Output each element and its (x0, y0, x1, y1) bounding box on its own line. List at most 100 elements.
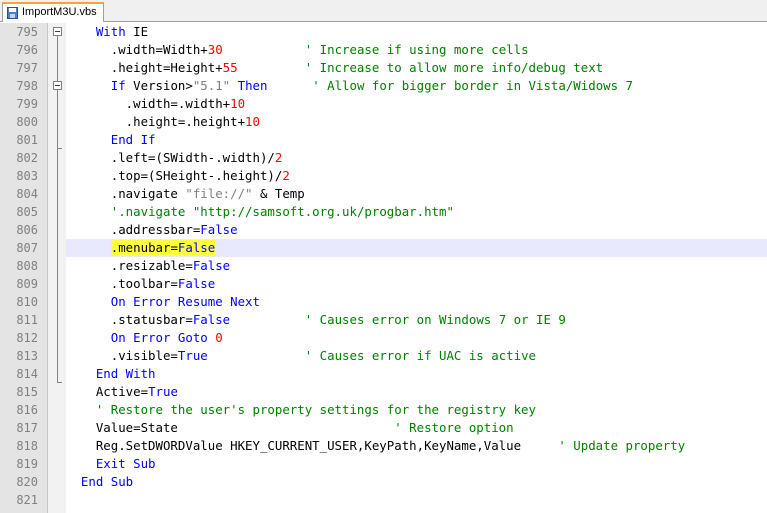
code-token: .visible= (66, 348, 178, 363)
code-line[interactable]: 806 .addressbar=False (0, 221, 767, 239)
code-text: .navigate "file://" & Temp (66, 185, 305, 203)
code-line[interactable]: 820 End Sub (0, 473, 767, 491)
code-line[interactable]: 798 If Version>"5.1" Then ' Allow for bi… (0, 77, 767, 95)
code-line[interactable]: 796 .width=Width+30 ' Increase if using … (0, 41, 767, 59)
code-line[interactable]: 819 Exit Sub (0, 455, 767, 473)
code-token: Active= (66, 384, 149, 399)
code-line[interactable]: 808 .resizable=False (0, 257, 767, 275)
line-number: 810 (16, 295, 38, 309)
code-token: With (95, 24, 126, 39)
code-token: False (200, 222, 238, 237)
code-token: .height=.height+ (66, 114, 246, 129)
code-token: ' Allow for bigger border in Vista/Widow… (312, 78, 633, 93)
code-token: End Sub (80, 474, 134, 489)
code-text: Reg.SetDWORDValue HKEY_CURRENT_USER,KeyP… (66, 437, 685, 455)
code-token: Value=State (66, 420, 395, 435)
code-token: "file://" (185, 186, 253, 201)
code-token: .height=Height+ (66, 60, 223, 75)
code-line[interactable]: 802 .left=(SWidth-.width)/2 (0, 149, 767, 167)
code-token: 2 (274, 150, 283, 165)
line-number: 803 (16, 169, 38, 183)
code-token: 0 (215, 330, 223, 345)
code-line[interactable]: 821 (0, 491, 767, 509)
code-text: .toolbar=False (66, 275, 215, 293)
fold-toggle-with[interactable] (53, 27, 62, 36)
code-token: End If (110, 132, 156, 147)
code-line[interactable]: 811 .statusbar=False ' Causes error on W… (0, 311, 767, 329)
line-number: 819 (16, 457, 38, 471)
code-line[interactable]: 797 .height=Height+55 ' Increase to allo… (0, 59, 767, 77)
code-token: 55 (222, 60, 238, 75)
code-token: False (177, 276, 216, 291)
code-token: .menubar= (110, 240, 178, 255)
line-number: 801 (16, 133, 38, 147)
code-token: .addressbar= (66, 222, 201, 237)
fold-end-if (57, 148, 62, 149)
code-token: & Temp (252, 186, 305, 201)
code-line[interactable]: 809 .toolbar=False (0, 275, 767, 293)
code-token: 2 (282, 168, 290, 183)
code-line[interactable]: 813 .visible=True ' Causes error if UAC … (0, 347, 767, 365)
code-line[interactable]: 807 .menubar=False (0, 239, 767, 257)
code-text: Value=State ' Restore option (66, 419, 514, 437)
code-token: .navigate (66, 186, 186, 201)
fold-toggle-if[interactable] (53, 81, 62, 90)
code-token: .toolbar= (66, 276, 178, 291)
code-token: False (177, 240, 216, 255)
code-line[interactable]: 800 .height=.height+10 (0, 113, 767, 131)
code-line[interactable]: 804 .navigate "file://" & Temp (0, 185, 767, 203)
line-number: 795 (16, 25, 38, 39)
code-token: .top=(SHeight-.height)/ (66, 168, 283, 183)
line-number: 796 (16, 43, 38, 57)
code-token: "5.1" (192, 78, 231, 93)
code-line[interactable]: 795 With IE (0, 23, 767, 41)
code-line[interactable]: 818 Reg.SetDWORDValue HKEY_CURRENT_USER,… (0, 437, 767, 455)
code-token: On Error Goto (110, 330, 208, 345)
code-text: .resizable=False (66, 257, 230, 275)
code-text: On Error Goto 0 (66, 329, 223, 347)
code-line[interactable]: 814 End With (0, 365, 767, 383)
code-text: .top=(SHeight-.height)/2 (66, 167, 290, 185)
code-text: Exit Sub (66, 455, 156, 473)
code-token: Then (237, 78, 268, 93)
line-number: 797 (16, 61, 38, 75)
line-number: 808 (16, 259, 38, 273)
line-number: 809 (16, 277, 38, 291)
code-editor[interactable]: 795 With IE 796 .width=Width+30 ' Increas… (0, 23, 767, 513)
tab-bar: ImportM3U.vbs (0, 0, 767, 22)
code-token: ' Increase to allow more info/debug text (304, 60, 604, 75)
line-number: 802 (16, 151, 38, 165)
code-line[interactable]: 817 Value=State ' Restore option (0, 419, 767, 437)
code-line[interactable]: 803 .top=(SHeight-.height)/2 (0, 167, 767, 185)
code-line[interactable]: 801 End If (0, 131, 767, 149)
code-text: '.navigate "http://samsoft.org.uk/progba… (66, 203, 454, 221)
code-token: False (192, 258, 231, 273)
code-line[interactable]: 816 ' Restore the user's property settin… (0, 401, 767, 419)
code-token: End With (95, 366, 156, 381)
code-token: IE (125, 24, 149, 39)
code-text: .width=.width+10 (66, 95, 245, 113)
code-line[interactable]: 812 On Error Goto 0 (0, 329, 767, 347)
code-text: .statusbar=False ' Causes error on Windo… (66, 311, 566, 329)
code-line[interactable]: 805 '.navigate "http://samsoft.org.uk/pr… (0, 203, 767, 221)
code-token: ' Restore the user's property settings f… (95, 402, 536, 417)
code-line[interactable]: 810 On Error Resume Next (0, 293, 767, 311)
line-number: 800 (16, 115, 38, 129)
line-number: 816 (16, 403, 38, 417)
code-text: .height=.height+10 (66, 113, 260, 131)
line-number: 817 (16, 421, 38, 435)
code-token: .resizable= (66, 258, 193, 273)
code-line[interactable]: 799 .width=.width+10 (0, 95, 767, 113)
tab-importm3u[interactable]: ImportM3U.vbs (2, 2, 104, 22)
line-number: 811 (16, 313, 38, 327)
code-line[interactable]: 815 Active=True (0, 383, 767, 401)
code-text: .width=Width+30 ' Increase if using more… (66, 41, 529, 59)
